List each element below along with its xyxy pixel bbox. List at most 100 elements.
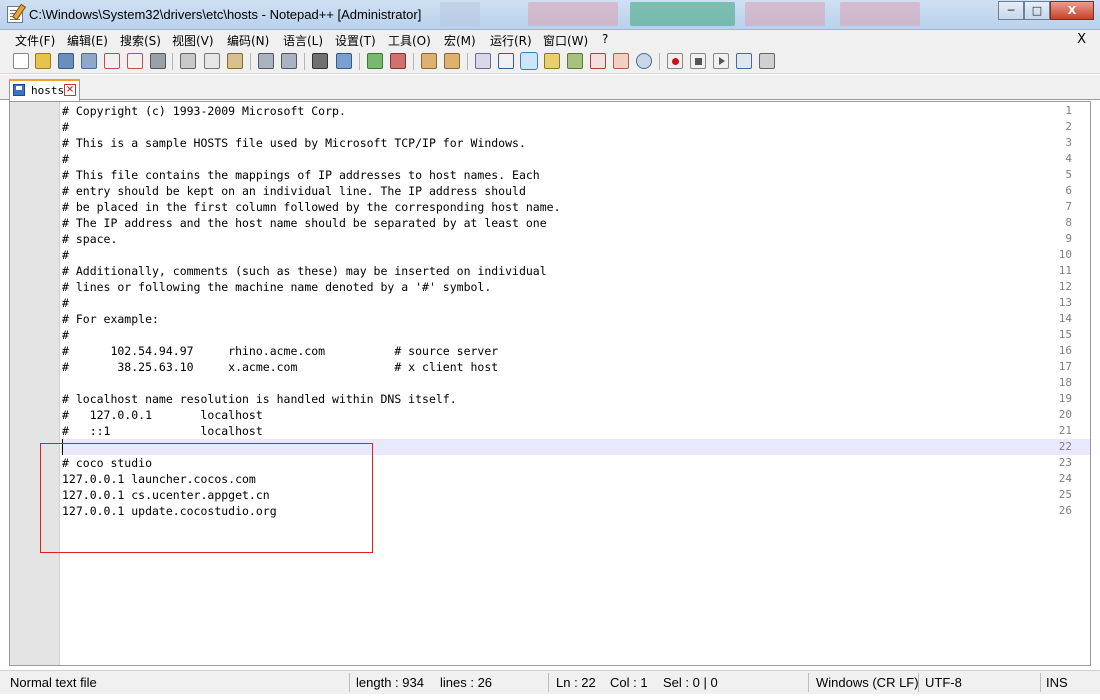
line-number: 5 — [1065, 168, 1072, 181]
code-line[interactable]: # — [62, 295, 69, 311]
folder-workspace-icon[interactable] — [590, 53, 606, 69]
line-number: 12 — [1058, 280, 1072, 293]
code-line[interactable]: # be placed in the first column followed… — [62, 199, 561, 215]
menu-help[interactable]: ? — [602, 32, 608, 46]
menu-search[interactable]: 搜索(S) — [120, 32, 161, 49]
show-all-chars-icon[interactable] — [498, 53, 514, 69]
find-icon[interactable] — [312, 53, 328, 69]
status-divider — [1040, 673, 1041, 692]
line-number-gutter — [10, 102, 60, 665]
toolbar-separator — [359, 53, 360, 70]
menu-file[interactable]: 文件(F) — [15, 32, 55, 49]
monitoring-icon[interactable] — [613, 53, 629, 69]
run-macro-multiple-icon[interactable] — [736, 53, 752, 69]
line-number: 26 — [1058, 504, 1072, 517]
editor-area[interactable]: 1 2 3 4 5 6 7 8 9 10 11 12 13 14 15 16 17 18 19 20 21 22 23 24 2… — [9, 101, 1091, 666]
save-all-icon[interactable] — [81, 53, 97, 69]
status-lines: lines : 26 — [440, 675, 493, 690]
tab-bar: hosts × — [0, 75, 1100, 101]
menu-language[interactable]: 语言(L) — [283, 32, 323, 49]
code-line[interactable]: # — [62, 247, 69, 263]
sync-vertical-icon[interactable] — [421, 53, 437, 69]
line-number: 18 — [1058, 376, 1072, 389]
menu-run[interactable]: 运行(R) — [490, 32, 532, 49]
notepad-app-icon[interactable] — [7, 6, 23, 23]
sync-horizontal-icon[interactable] — [444, 53, 460, 69]
indent-guide-icon[interactable] — [520, 52, 538, 70]
code-line[interactable]: # This file contains the mappings of IP … — [62, 167, 540, 183]
cut-icon[interactable] — [180, 53, 196, 69]
code-line[interactable]: # 38.25.63.10 x.acme.com # x client host — [62, 359, 498, 375]
annotation-highlight-box — [40, 443, 373, 553]
close-document-button[interactable]: X — [1077, 32, 1086, 47]
menu-tools[interactable]: 工具(O) — [388, 32, 431, 49]
replace-icon[interactable] — [336, 53, 352, 69]
line-number: 9 — [1065, 232, 1072, 245]
menu-window[interactable]: 窗口(W) — [543, 32, 588, 49]
minimize-button[interactable]: ─ — [998, 1, 1024, 20]
status-insert-mode[interactable]: INS — [1046, 675, 1068, 690]
record-macro-icon[interactable] — [667, 53, 683, 69]
redo-icon[interactable] — [281, 53, 297, 69]
status-divider — [548, 673, 549, 692]
copy-icon[interactable] — [204, 53, 220, 69]
undo-icon[interactable] — [258, 53, 274, 69]
status-eol[interactable]: Windows (CR LF) — [816, 675, 919, 690]
status-divider — [918, 673, 919, 692]
line-number: 2 — [1065, 120, 1072, 133]
function-list-icon[interactable] — [567, 53, 583, 69]
code-line[interactable]: # Additionally, comments (such as these)… — [62, 263, 547, 279]
floppy-save-icon — [13, 84, 25, 96]
zoom-out-icon[interactable] — [390, 53, 406, 69]
paste-icon[interactable] — [227, 53, 243, 69]
line-number: 4 — [1065, 152, 1072, 165]
zoom-in-icon[interactable] — [367, 53, 383, 69]
menu-macro[interactable]: 宏(M) — [444, 32, 476, 49]
stop-macro-icon[interactable] — [690, 53, 706, 69]
code-line[interactable]: # localhost name resolution is handled w… — [62, 391, 457, 407]
play-macro-icon[interactable] — [713, 53, 729, 69]
code-line[interactable]: # entry should be kept on an individual … — [62, 183, 526, 199]
menu-bar: 文件(F) 编辑(E) 搜索(S) 视图(V) 编码(N) 语言(L) 设置(T… — [0, 30, 1100, 49]
code-line[interactable]: # — [62, 151, 69, 167]
code-line[interactable]: # This is a sample HOSTS file used by Mi… — [62, 135, 526, 151]
maximize-button[interactable]: □ — [1024, 1, 1050, 20]
new-file-icon[interactable] — [13, 53, 29, 69]
eye-icon[interactable] — [636, 53, 652, 69]
open-file-icon[interactable] — [35, 53, 51, 69]
save-icon[interactable] — [58, 53, 74, 69]
word-wrap-icon[interactable] — [475, 53, 491, 69]
code-line[interactable]: # 102.54.94.97 rhino.acme.com # source s… — [62, 343, 498, 359]
tab-hosts[interactable]: hosts × — [9, 79, 80, 101]
menu-edit[interactable]: 编辑(E) — [67, 32, 108, 49]
close-window-button[interactable]: X — [1050, 1, 1094, 20]
status-length: length : 934 — [356, 675, 424, 690]
code-line[interactable]: # Copyright (c) 1993-2009 Microsoft Corp… — [62, 103, 346, 119]
code-line[interactable]: # ::1 localhost — [62, 423, 263, 439]
menu-encoding[interactable]: 编码(N) — [227, 32, 269, 49]
status-bar: Normal text file length : 934 lines : 26… — [0, 670, 1100, 694]
status-line-number: Ln : 22 — [556, 675, 596, 690]
code-line[interactable]: # The IP address and the host name shoul… — [62, 215, 547, 231]
code-line[interactable]: # 127.0.0.1 localhost — [62, 407, 263, 423]
window-title: C:\Windows\System32\drivers\etc\hosts - … — [29, 7, 422, 22]
code-line[interactable]: # space. — [62, 231, 117, 247]
status-divider — [349, 673, 350, 692]
line-number: 15 — [1058, 328, 1072, 341]
doc-map-icon[interactable] — [544, 53, 560, 69]
close-icon[interactable] — [104, 53, 120, 69]
save-macro-icon[interactable] — [759, 53, 775, 69]
print-icon[interactable] — [150, 53, 166, 69]
code-line[interactable]: # lines or following the machine name de… — [62, 279, 491, 295]
background-taskbar-blur — [630, 2, 735, 26]
menu-settings[interactable]: 设置(T) — [335, 32, 376, 49]
title-bar[interactable]: C:\Windows\System32\drivers\etc\hosts - … — [0, 0, 1100, 30]
tab-close-icon[interactable]: × — [64, 84, 76, 96]
menu-view[interactable]: 视图(V) — [172, 32, 214, 49]
code-line[interactable]: # — [62, 119, 69, 135]
status-encoding[interactable]: UTF-8 — [925, 675, 962, 690]
code-line[interactable]: # — [62, 327, 69, 343]
code-line[interactable]: # For example: — [62, 311, 159, 327]
close-all-icon[interactable] — [127, 53, 143, 69]
line-number: 19 — [1058, 392, 1072, 405]
